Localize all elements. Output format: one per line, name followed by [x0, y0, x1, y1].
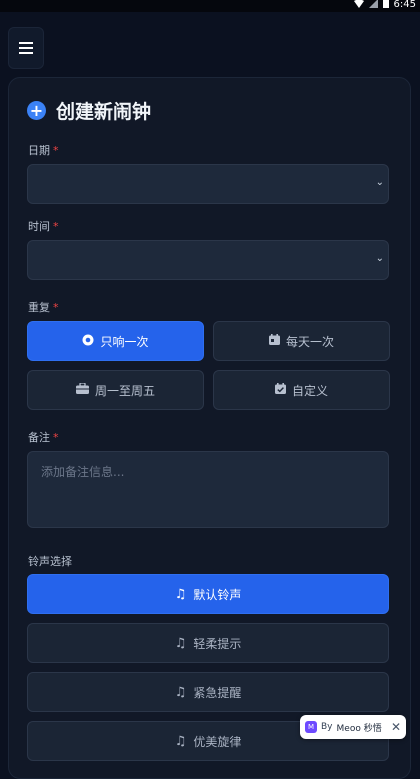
required-mark: * [53, 220, 59, 233]
calendar-check-icon [274, 383, 286, 397]
repeat-label-text: 重复 [28, 301, 50, 314]
required-mark: * [53, 144, 59, 157]
required-mark: * [53, 301, 59, 314]
repeat-option-weekdays[interactable]: 周一至周五 [27, 370, 204, 410]
form-header: + 创建新闹钟 [27, 97, 151, 124]
badge-brand: Meoo 秒悟 [336, 723, 382, 734]
repeat-option-once[interactable]: 只响一次 [27, 321, 204, 361]
close-icon[interactable]: ✕ [391, 720, 401, 734]
repeat-label: 重复 * [28, 299, 59, 315]
note-textarea[interactable]: 添加备注信息... [27, 451, 389, 528]
ringtone-option-default[interactable]: ♫ 默认铃声 [27, 574, 389, 614]
time-label-text: 时间 [28, 220, 50, 233]
chevron-down-icon: ⌄ [375, 253, 384, 264]
music-note-icon: ♫ [174, 684, 187, 700]
badge-prefix: By [321, 722, 333, 732]
repeat-option-daily[interactable]: 每天一次 [213, 321, 390, 361]
repeat-option-label: 每天一次 [285, 334, 334, 349]
ringtone-label-text: 铃声选择 [28, 555, 72, 568]
ringtone-option-label: 默认铃声 [193, 587, 242, 602]
music-note-icon: ♫ [174, 586, 187, 602]
hamburger-menu-icon [19, 39, 33, 58]
note-label-text: 备注 [28, 431, 50, 444]
plus-circle-icon: + [27, 101, 46, 120]
battery-icon [382, 0, 389, 11]
ringtone-option-label: 优美旋律 [193, 734, 242, 749]
time-label: 时间 * [28, 218, 59, 234]
status-time: 6:45 [393, 0, 416, 10]
status-bar: 6:45 [0, 0, 420, 12]
date-label-text: 日期 [28, 144, 50, 157]
required-mark: * [53, 431, 59, 444]
wifi-icon [353, 0, 364, 11]
chevron-down-icon: ⌄ [375, 177, 384, 188]
note-label: 备注 * [28, 429, 59, 445]
repeat-option-label: 只响一次 [100, 334, 149, 349]
repeat-option-custom[interactable]: 自定义 [213, 370, 390, 410]
music-note-icon: ♫ [174, 733, 187, 749]
time-select[interactable]: ⌄ [27, 240, 389, 280]
meoo-badge[interactable]: M By Meoo 秒悟 ✕ [300, 715, 406, 739]
briefcase-icon [75, 382, 89, 397]
ringtone-label: 铃声选择 [28, 553, 72, 569]
note-placeholder: 添加备注信息... [41, 465, 125, 479]
meoo-logo-icon: M [305, 721, 317, 733]
ringtone-option-label: 轻柔提示 [193, 636, 242, 651]
calendar-icon [268, 334, 280, 348]
date-label: 日期 * [28, 142, 59, 158]
music-note-icon: ♫ [174, 635, 187, 651]
ringtone-option-gentle[interactable]: ♫ 轻柔提示 [27, 623, 389, 663]
menu-button[interactable] [8, 27, 44, 69]
radio-dot-icon [82, 334, 94, 349]
ringtone-option-label: 紧急提醒 [193, 685, 242, 700]
repeat-option-label: 周一至周五 [94, 383, 155, 398]
ringtone-option-urgent[interactable]: ♫ 紧急提醒 [27, 672, 389, 712]
repeat-option-label: 自定义 [291, 383, 328, 398]
page-title: 创建新闹钟 [56, 101, 152, 123]
date-select[interactable]: ⌄ [27, 164, 389, 204]
signal-icon [368, 0, 378, 11]
